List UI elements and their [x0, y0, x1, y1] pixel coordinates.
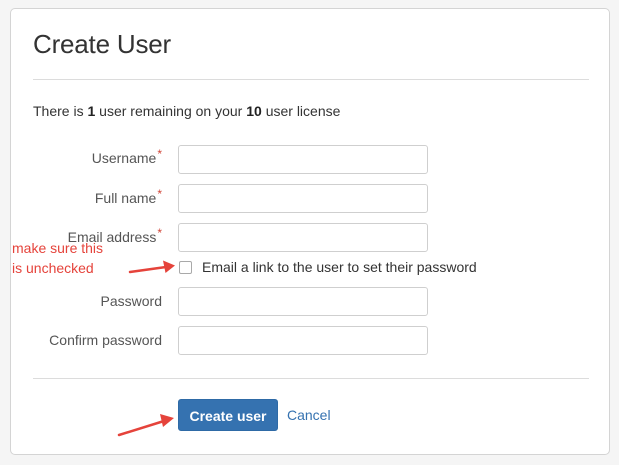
required-marker: * — [157, 147, 162, 161]
create-user-button[interactable]: Create user — [178, 399, 278, 431]
full-name-label: Full name* — [94, 187, 162, 206]
license-prefix: There is — [33, 103, 88, 119]
password-label: Password — [101, 293, 162, 309]
username-input[interactable] — [178, 145, 428, 174]
license-middle: user remaining on your — [95, 103, 247, 119]
dialog-title: Create User — [33, 29, 171, 59]
password-input[interactable] — [178, 287, 428, 316]
license-total-count: 10 — [246, 103, 262, 119]
full-name-label-text: Full name — [94, 190, 157, 206]
create-user-dialog: Create User There is 1 user remaining on… — [10, 8, 610, 455]
username-label-text: Username — [91, 150, 157, 166]
confirm-password-input[interactable] — [178, 326, 428, 355]
full-name-input[interactable] — [178, 184, 428, 213]
license-suffix: user license — [261, 103, 341, 119]
confirm-password-label-text: Confirm password — [49, 332, 162, 348]
confirm-password-label: Confirm password — [49, 332, 162, 348]
required-marker: * — [157, 226, 162, 240]
required-marker: * — [157, 187, 162, 201]
annotation-arrow-checkbox — [128, 260, 175, 274]
annotation-arrow-create-button — [117, 414, 174, 437]
footer-divider — [33, 378, 589, 379]
email-address-input[interactable] — [178, 223, 428, 252]
password-label-text: Password — [100, 293, 162, 309]
email-link-checkbox-label[interactable]: Email a link to the user to set their pa… — [202, 259, 477, 275]
license-info: There is 1 user remaining on your 10 use… — [33, 103, 340, 119]
username-label: Username* — [91, 147, 162, 166]
header-divider — [33, 79, 589, 80]
email-link-checkbox[interactable] — [179, 260, 192, 274]
annotation-note: make sure this is unchecked — [12, 238, 103, 278]
annotation-line-1: make sure this — [12, 240, 104, 256]
email-link-option[interactable]: Email a link to the user to set their pa… — [178, 259, 477, 275]
cancel-link[interactable]: Cancel — [287, 407, 331, 423]
annotation-line-2: is unchecked — [12, 260, 94, 276]
